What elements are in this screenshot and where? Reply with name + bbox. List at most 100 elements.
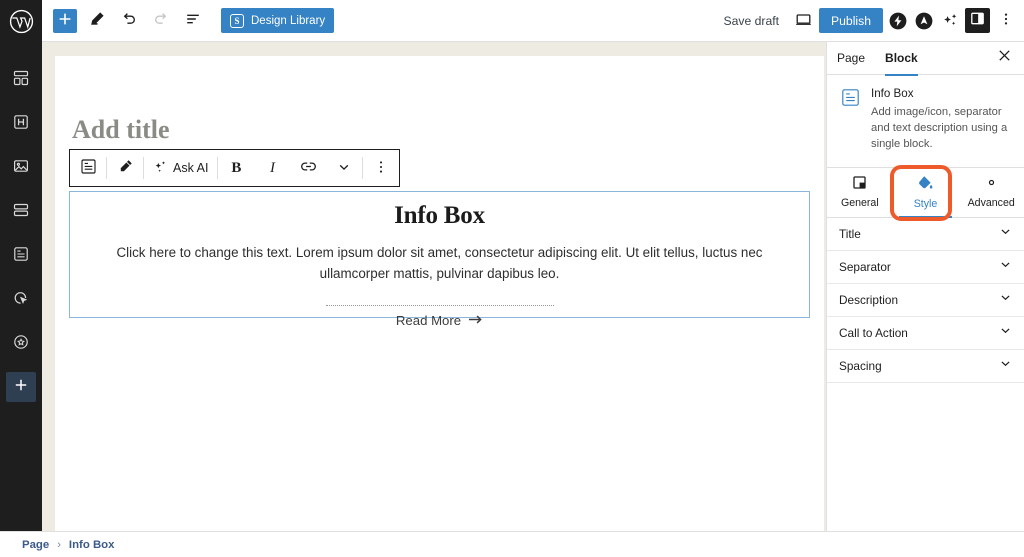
rail-item-layout[interactable] [0,58,42,102]
settings-panel-icon [970,11,985,31]
more-formatting-button[interactable] [326,160,362,177]
accordion-description[interactable]: Description [827,284,1024,317]
info-box-icon [13,246,29,267]
rail-item-image[interactable] [0,146,42,190]
document-overview-button[interactable] [181,9,205,33]
info-box-cta[interactable]: Read More [396,313,483,328]
wordpress-logo-icon[interactable] [0,0,42,42]
tab-advanced[interactable]: Advanced [958,168,1024,217]
rail-item-rows[interactable] [0,190,42,234]
chevron-down-icon [999,324,1012,342]
link-button[interactable] [290,158,326,178]
redo-icon [153,11,169,30]
info-box-icon [841,88,860,153]
chevron-down-icon [999,225,1012,243]
chevron-down-icon [999,357,1012,375]
breadcrumb-item-page[interactable]: Page [22,539,49,551]
editor-root: S Design Library Save draft Publish [0,0,1024,557]
info-box-block[interactable]: Info Box Click here to change this text.… [69,191,810,318]
sidebar-accordion-list: Title Separator Description Call to Acti… [827,218,1024,383]
top-toolbar-left: S Design Library [42,8,334,33]
layout-blocks-icon [13,70,29,91]
add-block-button[interactable] [53,9,77,33]
rail-add-button[interactable] [6,372,36,402]
sidebar-block-name: Info Box [871,87,1012,100]
bold-button[interactable]: B [218,160,254,177]
sidebar-block-description: Add image/icon, separator and text descr… [871,104,1012,153]
plus-icon [14,378,28,397]
accordion-title[interactable]: Title [827,218,1024,251]
ai-sparkle-icon[interactable] [939,10,961,32]
image-icon [13,158,29,179]
ask-ai-label: Ask AI [173,161,208,175]
undo-button[interactable] [117,9,141,33]
astra-drop-icon[interactable] [913,10,935,32]
heading-h-icon [13,114,29,135]
rows-icon [13,202,29,223]
breadcrumb-separator: › [57,539,61,551]
info-box-cta-label: Read More [396,313,461,328]
tools-button[interactable] [85,9,109,33]
accordion-title-label: Title [839,227,861,241]
more-vertical-icon [374,160,388,177]
info-box-description[interactable]: Click here to change this text. Lorem ip… [82,243,798,285]
spectra-bolt-icon[interactable] [887,10,909,32]
more-options-button[interactable] [994,9,1018,33]
rail-item-info-box[interactable] [0,234,42,278]
accordion-spacing-label: Spacing [839,359,882,373]
sidebar-mode-tabs: General Style Advanced [827,167,1024,218]
block-toolbar-group-format: B I [218,150,362,186]
info-box-title[interactable]: Info Box [394,202,485,230]
tab-block[interactable]: Block [875,42,928,75]
link-icon [300,158,317,178]
tab-style[interactable]: Style [893,168,959,217]
block-toolbar-group-type [70,150,106,186]
accordion-separator-label: Separator [839,260,891,274]
tab-general-label: General [841,197,879,209]
ask-ai-button[interactable]: Ask AI [144,159,217,177]
settings-panel-toggle[interactable] [965,8,990,33]
block-toolbar-group-options [363,150,399,186]
design-library-button[interactable]: S Design Library [221,8,334,33]
italic-button[interactable]: I [254,160,290,177]
chevron-down-icon [999,258,1012,276]
gear-icon [984,175,999,193]
sidebar-tabs: Page Block [827,42,1024,75]
design-library-badge: S [230,14,244,28]
redo-button[interactable] [149,9,173,33]
arrow-right-icon [468,313,483,328]
preview-button[interactable] [791,9,815,33]
chevron-down-icon [337,160,351,177]
accordion-spacing[interactable]: Spacing [827,350,1024,383]
rail-item-interactions[interactable] [0,278,42,322]
accordion-call-to-action[interactable]: Call to Action [827,317,1024,350]
save-draft-button[interactable]: Save draft [723,14,779,28]
rail-item-badge[interactable] [0,322,42,366]
block-options-button[interactable] [363,160,399,177]
left-rail [0,0,42,531]
rail-item-heading[interactable] [0,102,42,146]
tab-general[interactable]: General [827,168,893,217]
tab-page[interactable]: Page [827,42,875,75]
breadcrumb-item-info-box[interactable]: Info Box [69,539,115,551]
more-vertical-icon [999,12,1013,29]
cursor-click-icon [13,290,29,311]
post-title-placeholder[interactable]: Add title [72,115,170,145]
ai-sparkle-icon [153,159,168,177]
block-type-button[interactable] [70,158,106,178]
accordion-separator[interactable]: Separator [827,251,1024,284]
top-toolbar-right: Save draft Publish [723,8,1024,33]
editor-paper: Add title [55,56,824,531]
block-toolbar-group-highlight [107,150,143,186]
sidebar-block-card: Info Box Add image/icon, separator and t… [827,75,1024,167]
accordion-call-to-action-label: Call to Action [839,326,908,340]
rail-icon-list [0,58,42,402]
highlighter-button[interactable] [107,158,143,178]
settings-sidebar: Page Block Info Box Add image/icon, sep [826,42,1024,531]
desktop-preview-icon [795,11,812,31]
close-sidebar-button[interactable] [994,48,1014,68]
highlighter-icon [117,158,134,178]
info-box-icon [80,158,97,178]
editor-canvas: Add title [42,42,826,531]
publish-button[interactable]: Publish [819,8,883,33]
